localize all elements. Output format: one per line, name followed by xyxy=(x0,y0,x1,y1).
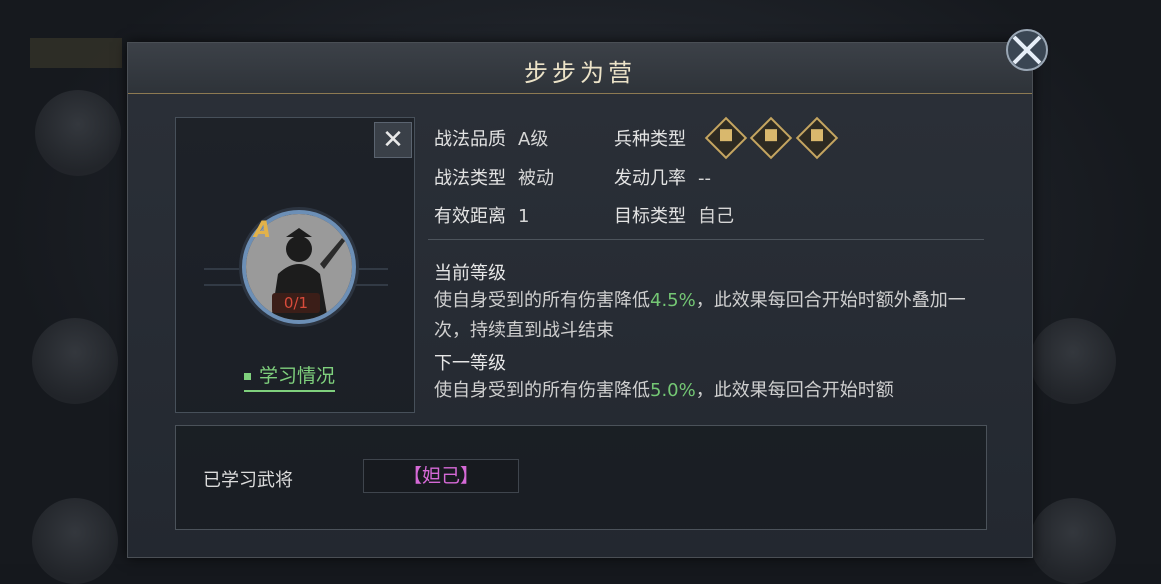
tactic-type-value: 被动 xyxy=(518,168,554,189)
trigger-rate-label: 发动几率 xyxy=(614,168,686,189)
current-level-text: 使自身受到的所有伤害降低4.5%，此效果每回合开始时额外叠加一次，持续直到战斗结… xyxy=(434,286,974,346)
range-value: 1 xyxy=(518,206,530,227)
info-quality: 战法品质 A级 xyxy=(434,125,548,151)
bullet-icon xyxy=(244,373,251,380)
background-avatar xyxy=(1030,318,1116,404)
learned-label: 已学习武将 xyxy=(203,470,293,491)
background-avatar xyxy=(35,90,121,176)
background-avatar xyxy=(32,498,118,584)
next-level-heading: 下一等级 xyxy=(434,353,506,374)
tactic-type-label: 战法类型 xyxy=(434,168,506,189)
study-status-label: 学习情况 xyxy=(259,365,336,387)
archer-icon[interactable] xyxy=(704,116,748,160)
next-level-value: 5.0% xyxy=(650,380,696,401)
info-unit-type: 兵种类型 xyxy=(614,125,698,151)
quality-label: 战法品质 xyxy=(434,129,506,150)
card-close-button[interactable]: ✕ xyxy=(374,122,412,158)
shield-infantry-icon[interactable] xyxy=(749,116,793,160)
info-range: 有效距离 1 xyxy=(434,202,529,228)
info-target: 目标类型 自己 xyxy=(614,202,734,228)
next-level-text: 使自身受到的所有伤害降低5.0%，此效果每回合开始时额 xyxy=(434,376,974,406)
current-level-text-before: 使自身受到的所有伤害降低 xyxy=(434,290,650,311)
current-level-heading: 当前等级 xyxy=(434,263,506,284)
target-value: 自己 xyxy=(698,206,734,227)
quality-value: A级 xyxy=(518,129,549,150)
range-label: 有效距离 xyxy=(434,206,506,227)
progress-badge: 0/1 xyxy=(272,293,320,313)
learned-general-name[interactable]: 【妲己】 xyxy=(363,459,519,493)
info-tactic-type: 战法类型 被动 xyxy=(434,164,554,190)
target-label: 目标类型 xyxy=(614,206,686,227)
current-level-value: 4.5% xyxy=(650,290,696,311)
close-icon[interactable] xyxy=(1002,25,1052,75)
dialog-header: 步步为营 xyxy=(128,43,1032,94)
learned-generals-panel: 已学习武将 【妲己】 xyxy=(175,425,987,530)
tactic-detail-dialog: 步步为营 ✕ A 0/1 学习情况 战法品质 A级 兵种类型 战法类型 被动 发动几… xyxy=(127,42,1033,558)
unit-type-label: 兵种类型 xyxy=(614,129,686,150)
next-level-text-before: 使自身受到的所有伤害降低 xyxy=(434,380,650,401)
study-status-link[interactable]: 学习情况 xyxy=(244,361,336,392)
grade-letter: A xyxy=(254,218,272,243)
info-trigger-rate: 发动几率 -- xyxy=(614,164,711,190)
dialog-title: 步步为营 xyxy=(524,59,636,87)
cavalry-icon[interactable] xyxy=(795,116,839,160)
background-avatar xyxy=(1030,498,1116,584)
background-tab xyxy=(30,38,122,68)
trigger-rate-value: -- xyxy=(698,168,711,189)
next-level-text-after: ，此效果每回合开始时额 xyxy=(695,380,894,401)
divider xyxy=(428,239,984,240)
hero-card: ✕ A 0/1 学习情况 xyxy=(175,117,415,413)
background-avatar xyxy=(32,318,118,404)
